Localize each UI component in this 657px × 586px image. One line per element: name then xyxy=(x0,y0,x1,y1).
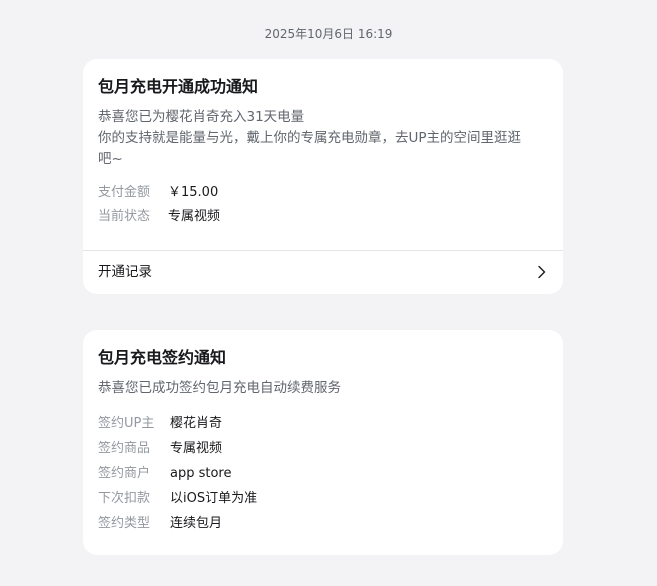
field-label: 下次扣款 xyxy=(98,491,151,506)
activation-record-label: 开通记录 xyxy=(98,264,152,280)
field-label: 签约商品 xyxy=(98,441,151,456)
notice-description: 恭喜您已成功签约包月充电自动续费服务 xyxy=(98,380,341,396)
field-value: 樱花肖奇 xyxy=(170,416,223,431)
field-label: 签约UP主 xyxy=(98,416,155,431)
field-value: 以iOS订单为准 xyxy=(170,491,258,506)
notice-title: 包月充电开通成功通知 xyxy=(98,77,259,96)
chevron-right-icon xyxy=(538,265,546,279)
contract-up-row: 签约UP主 樱花肖奇 xyxy=(98,415,222,433)
field-value: 连续包月 xyxy=(170,516,223,531)
current-status-row: 当前状态 专属视频 xyxy=(98,208,220,226)
field-value: app store xyxy=(170,466,232,481)
notice-description-line: 恭喜您已为樱花肖奇充入31天电量 xyxy=(98,109,305,125)
notice-description-line: 吧~ xyxy=(98,151,123,167)
charge-success-notice-card: 包月充电开通成功通知 恭喜您已为樱花肖奇充入31天电量 你的支持就是能量与光，戴… xyxy=(83,59,563,294)
notice-description-line: 你的支持就是能量与光，戴上你的专属充电勋章，去UP主的空间里逛逛 xyxy=(98,130,522,146)
payment-amount-row: 支付金额 ￥15.00 xyxy=(98,184,218,202)
field-label: 支付金额 xyxy=(98,185,151,200)
field-value: 专属视频 xyxy=(170,441,223,456)
message-timestamp: 2025年10月6日 16:19 xyxy=(264,27,393,41)
field-value: 专属视频 xyxy=(168,209,221,224)
contract-merchant-row: 签约商户 app store xyxy=(98,465,231,483)
contract-type-row: 签约类型 连续包月 xyxy=(98,515,222,533)
field-label: 签约类型 xyxy=(98,516,151,531)
next-deduction-row: 下次扣款 以iOS订单为准 xyxy=(98,490,257,508)
contract-product-row: 签约商品 专属视频 xyxy=(98,440,222,458)
field-value: ￥15.00 xyxy=(168,185,219,200)
field-label: 当前状态 xyxy=(98,209,151,224)
notice-description: 恭喜您已为樱花肖奇充入31天电量 你的支持就是能量与光，戴上你的专属充电勋章，去… xyxy=(98,107,548,170)
activation-record-link[interactable]: 开通记录 xyxy=(83,251,563,294)
charge-contract-notice-card: 包月充电签约通知 恭喜您已成功签约包月充电自动续费服务 签约UP主 樱花肖奇 签约… xyxy=(83,330,563,555)
notice-title: 包月充电签约通知 xyxy=(98,348,227,367)
field-label: 签约商户 xyxy=(98,466,151,481)
